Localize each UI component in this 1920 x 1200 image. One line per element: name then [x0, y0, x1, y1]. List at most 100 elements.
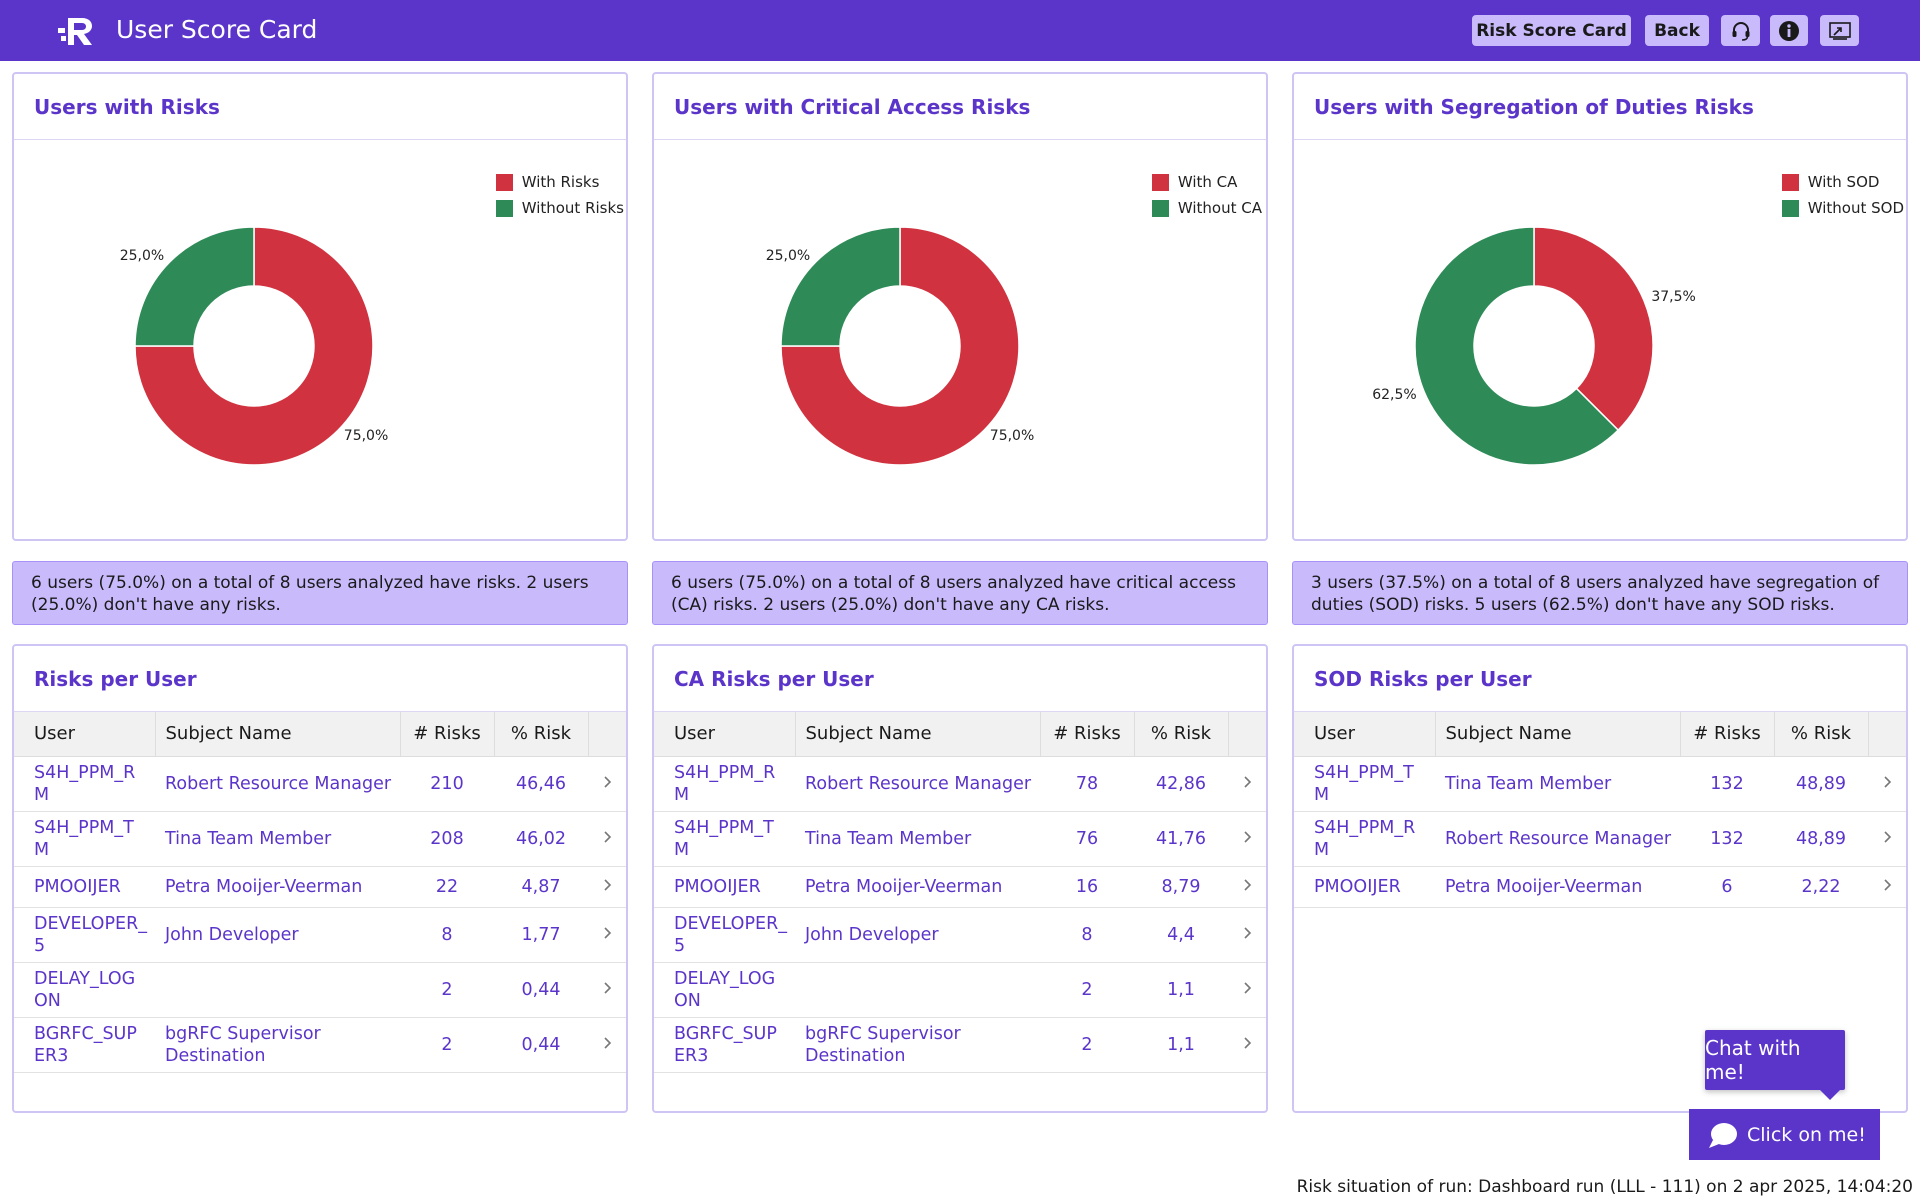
- legend-item[interactable]: Without SOD: [1781, 195, 1904, 221]
- support-button[interactable]: [1721, 15, 1760, 46]
- table-row[interactable]: BGRFC_SUPER3 bgRFC Supervisor Destination…: [654, 1017, 1266, 1073]
- column-header[interactable]: % Risk: [493, 712, 588, 757]
- row-navigation-arrow[interactable]: [588, 907, 626, 963]
- legend-item[interactable]: With SOD: [1781, 169, 1904, 195]
- subject-name-cell: John Developer: [155, 907, 400, 963]
- slice-without-risks[interactable]: [134, 226, 255, 347]
- table-header-row: User Subject Name # Risks% Risk: [1294, 712, 1906, 757]
- chart-title: Users with Segregation of Duties Risks: [1294, 74, 1906, 140]
- risk-percent-cell: 42,86: [1134, 756, 1228, 812]
- legend-label: Without Risks: [521, 199, 624, 217]
- legend-item[interactable]: Without CA: [1151, 195, 1262, 221]
- chart-card: Users with Segregation of Duties Risks 37…: [1292, 72, 1908, 541]
- row-navigation-arrow[interactable]: [588, 866, 626, 908]
- risk-count-cell: 76: [1040, 811, 1134, 867]
- chat-button[interactable]: Click on me!: [1689, 1109, 1880, 1160]
- risk-count-cell: 78: [1040, 756, 1134, 812]
- slice-percent-label: 75,0%: [343, 427, 389, 444]
- table-row[interactable]: BGRFC_SUPER3 bgRFC Supervisor Destination…: [14, 1017, 626, 1073]
- chevron-right-icon: [604, 981, 612, 994]
- legend-label: With Risks: [521, 173, 600, 191]
- legend-label: With CA: [1177, 173, 1238, 191]
- chevron-right-icon: [1244, 1036, 1252, 1049]
- risk-count-cell: 6: [1680, 866, 1774, 908]
- table-title: Risks per User: [14, 646, 626, 712]
- subject-name-cell: Tina Team Member: [1435, 756, 1680, 812]
- app-logo: [58, 18, 92, 45]
- table-row[interactable]: S4H_PPM_TM Tina Team Member 76 41,76: [654, 811, 1266, 867]
- risk-percent-cell: 0,44: [494, 1017, 588, 1073]
- subject-name-cell: bgRFC Supervisor Destination: [155, 1017, 400, 1073]
- risk-count-cell: 16: [1040, 866, 1134, 908]
- chart-title: Users with Risks: [14, 74, 626, 140]
- risk-table: User Subject Name # Risks% Risk S4H_PPM_RM R…: [654, 712, 1266, 1073]
- export-button[interactable]: [1820, 15, 1859, 46]
- table-row[interactable]: PMOOIJER Petra Mooijer-Veerman 22 4,87: [14, 866, 626, 908]
- column-header[interactable]: # Risks: [1679, 712, 1774, 757]
- row-navigation-arrow[interactable]: [1228, 962, 1266, 1018]
- row-navigation-arrow[interactable]: [1868, 811, 1906, 867]
- column-header[interactable]: # Risks: [399, 712, 494, 757]
- chevron-right-icon: [1884, 830, 1892, 843]
- user-id-cell: DELAY_LOGON: [654, 962, 795, 1018]
- column-header[interactable]: User: [1294, 712, 1435, 757]
- user-id-cell: S4H_PPM_TM: [1294, 756, 1435, 812]
- slice-with-risks[interactable]: [1533, 226, 1654, 432]
- chevron-right-icon: [604, 926, 612, 939]
- subject-name-cell: John Developer: [795, 907, 1040, 963]
- row-navigation-arrow[interactable]: [588, 962, 626, 1018]
- column-header[interactable]: # Risks: [1039, 712, 1134, 757]
- row-navigation-arrow[interactable]: [588, 756, 626, 812]
- table-header-row: User Subject Name # Risks% Risk: [654, 712, 1266, 757]
- row-navigation-arrow[interactable]: [1228, 866, 1266, 908]
- column-header[interactable]: % Risk: [1133, 712, 1228, 757]
- column-header[interactable]: Subject Name: [1434, 712, 1680, 757]
- table-row[interactable]: DELAY_LOGON 2 1,1: [654, 962, 1266, 1018]
- risk-count-cell: 208: [400, 811, 494, 867]
- user-id-cell: S4H_PPM_TM: [14, 811, 155, 867]
- row-navigation-arrow[interactable]: [1228, 756, 1266, 812]
- column-header[interactable]: User: [14, 712, 155, 757]
- risk-score-card-button[interactable]: Risk Score Card: [1472, 15, 1631, 46]
- user-id-cell: S4H_PPM_TM: [654, 811, 795, 867]
- row-navigation-arrow[interactable]: [1868, 756, 1906, 812]
- user-id-cell: S4H_PPM_RM: [14, 756, 155, 812]
- chart-legend: With Risks Without Risks: [495, 169, 624, 221]
- back-button[interactable]: Back: [1645, 15, 1709, 46]
- risk-count-cell: 132: [1680, 811, 1774, 867]
- table-row[interactable]: S4H_PPM_RM Robert Resource Manager 132 48,8…: [1294, 811, 1906, 867]
- column-header[interactable]: % Risk: [1773, 712, 1868, 757]
- row-navigation-arrow[interactable]: [588, 811, 626, 867]
- risk-count-cell: 2: [400, 1017, 494, 1073]
- legend-swatch: [1781, 199, 1799, 217]
- row-navigation-arrow[interactable]: [1868, 866, 1906, 908]
- table-row[interactable]: S4H_PPM_TM Tina Team Member 208 46,02: [14, 811, 626, 867]
- table-row[interactable]: DELAY_LOGON 2 0,44: [14, 962, 626, 1018]
- table-row[interactable]: DEVELOPER_5 John Developer 8 4,4: [654, 907, 1266, 963]
- chat-bubble[interactable]: Chat with me!: [1705, 1030, 1845, 1090]
- user-id-cell: PMOOIJER: [654, 866, 795, 908]
- table-row[interactable]: S4H_PPM_RM Robert Resource Manager 78 42,86: [654, 756, 1266, 812]
- chat-bubble-tail: [1818, 1088, 1842, 1100]
- legend-item[interactable]: Without Risks: [495, 195, 624, 221]
- table-row[interactable]: PMOOIJER Petra Mooijer-Veerman 16 8,79: [654, 866, 1266, 908]
- row-navigation-arrow[interactable]: [1228, 1017, 1266, 1073]
- legend-item[interactable]: With Risks: [495, 169, 624, 195]
- column-header[interactable]: Subject Name: [154, 712, 400, 757]
- row-navigation-arrow[interactable]: [588, 1017, 626, 1073]
- table-row[interactable]: S4H_PPM_RM Robert Resource Manager 210 46,4…: [14, 756, 626, 812]
- column-header[interactable]: Subject Name: [794, 712, 1040, 757]
- risk-percent-cell: 46,02: [494, 811, 588, 867]
- table-header-row: User Subject Name # Risks% Risk: [14, 712, 626, 757]
- chart-summary: 3 users (37.5%) on a total of 8 users an…: [1292, 561, 1908, 625]
- info-button[interactable]: [1770, 15, 1808, 46]
- column-header[interactable]: User: [654, 712, 795, 757]
- table-row[interactable]: S4H_PPM_TM Tina Team Member 132 48,89: [1294, 756, 1906, 812]
- risk-count-cell: 2: [400, 962, 494, 1018]
- slice-without-risks[interactable]: [780, 226, 901, 347]
- row-navigation-arrow[interactable]: [1228, 811, 1266, 867]
- row-navigation-arrow[interactable]: [1228, 907, 1266, 963]
- legend-item[interactable]: With CA: [1151, 169, 1262, 195]
- table-row[interactable]: PMOOIJER Petra Mooijer-Veerman 6 2,22: [1294, 866, 1906, 908]
- table-row[interactable]: DEVELOPER_5 John Developer 8 1,77: [14, 907, 626, 963]
